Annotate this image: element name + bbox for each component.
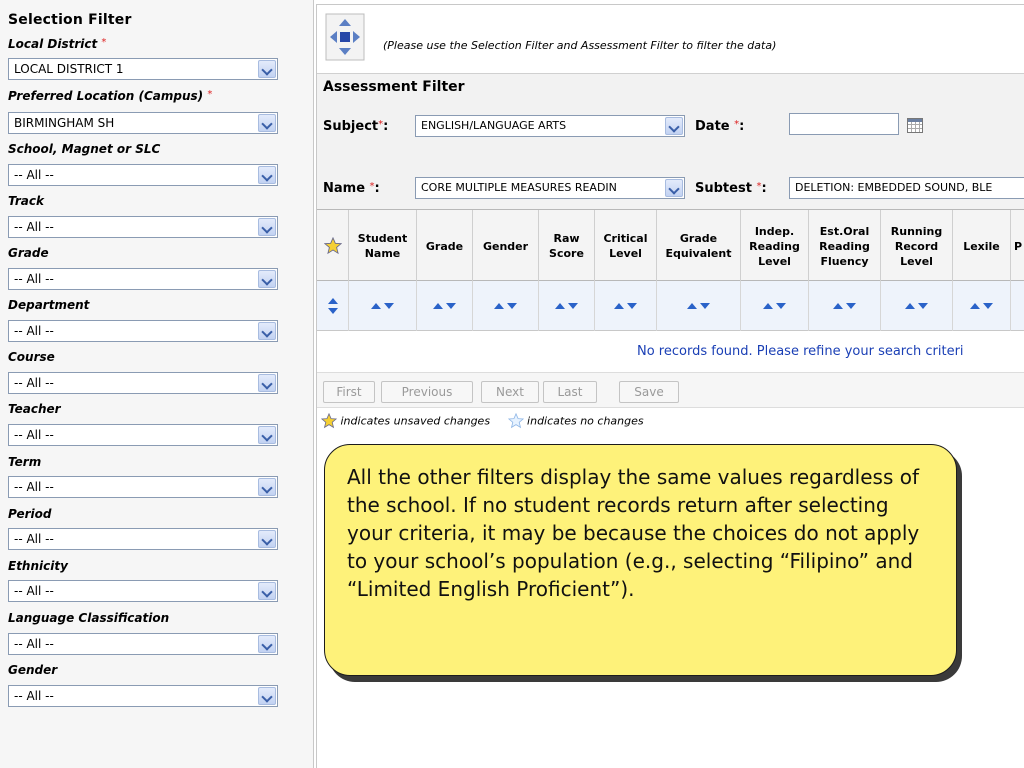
department-select[interactable]: -- All -- xyxy=(8,320,278,342)
chevron-down-icon[interactable] xyxy=(258,270,276,288)
star-nochange-icon xyxy=(507,412,524,429)
column-header[interactable]: Student Name xyxy=(349,210,417,282)
chevron-down-icon[interactable] xyxy=(258,635,276,653)
name-label: Name *: xyxy=(323,181,380,196)
chevron-down-icon[interactable] xyxy=(258,687,276,705)
column-header[interactable]: Lexile xyxy=(953,210,1011,282)
preferred-location-label: Preferred Location (Campus) * xyxy=(8,89,213,103)
star-unsaved-icon xyxy=(320,412,338,429)
assessment-filter-title: Assessment Filter xyxy=(323,79,465,95)
gender-select[interactable]: -- All -- xyxy=(8,685,278,707)
chevron-down-icon[interactable] xyxy=(258,530,276,548)
date-input[interactable] xyxy=(789,113,899,135)
course-select[interactable]: -- All -- xyxy=(8,372,278,394)
star-icon xyxy=(323,237,342,255)
sort-arrows-icon[interactable] xyxy=(657,281,741,331)
chevron-down-icon[interactable] xyxy=(258,582,276,600)
required-mark: * xyxy=(101,37,107,48)
department-label: Department xyxy=(8,298,90,312)
column-header[interactable]: Raw Score xyxy=(539,210,595,282)
legend: indicates unsaved changes indicates no c… xyxy=(320,412,644,429)
save-button[interactable]: Save xyxy=(619,381,679,403)
legend-nochange-text: indicates no changes xyxy=(527,414,644,428)
subject-select[interactable]: ENGLISH/LANGUAGE ARTS xyxy=(415,115,685,137)
first-button[interactable]: First xyxy=(323,381,375,403)
column-header[interactable]: Indep. Reading Level xyxy=(741,210,809,282)
column-header[interactable]: Critical Level xyxy=(595,210,657,282)
required-mark: * xyxy=(207,89,213,100)
column-header[interactable]: Grade Equivalent xyxy=(657,210,741,282)
subtest-select[interactable]: DELETION: EMBEDDED SOUND, BLE xyxy=(789,177,1024,199)
column-header[interactable]: P xyxy=(1011,210,1024,282)
move-arrows-icon xyxy=(325,13,365,61)
grid-header: Student Name Grade Gender Raw Score Crit… xyxy=(317,209,1024,282)
chevron-down-icon[interactable] xyxy=(258,426,276,444)
chevron-down-icon[interactable] xyxy=(258,166,276,184)
period-label: Period xyxy=(8,507,52,521)
sort-row xyxy=(317,281,1024,331)
selection-filter-title: Selection Filter xyxy=(8,12,132,28)
sort-cell xyxy=(1011,281,1024,331)
info-message: (Please use the Selection Filter and Ass… xyxy=(383,39,777,52)
chevron-down-icon[interactable] xyxy=(258,322,276,340)
track-select[interactable]: -- All -- xyxy=(8,216,278,238)
term-label: Term xyxy=(8,455,42,469)
chevron-down-icon[interactable] xyxy=(258,60,276,78)
sort-arrows-icon[interactable] xyxy=(539,281,595,331)
local-district-label: Local District * xyxy=(8,37,107,51)
chevron-down-icon[interactable] xyxy=(258,114,276,132)
track-label: Track xyxy=(8,194,44,208)
sort-arrows-icon[interactable] xyxy=(473,281,539,331)
grade-label: Grade xyxy=(8,246,49,260)
term-select[interactable]: -- All -- xyxy=(8,476,278,498)
local-district-select[interactable]: LOCAL DISTRICT 1 xyxy=(8,58,278,80)
column-header[interactable]: Grade xyxy=(417,210,473,282)
column-header[interactable]: Est.Oral Reading Fluency xyxy=(809,210,881,282)
sort-arrows-icon[interactable] xyxy=(317,281,349,331)
next-button[interactable]: Next xyxy=(481,381,539,403)
grade-select[interactable]: -- All -- xyxy=(8,268,278,290)
pager: First Previous Next Last Save xyxy=(317,372,1024,408)
ethnicity-label: Ethnicity xyxy=(8,559,68,573)
subtest-label: Subtest *: xyxy=(695,181,767,196)
school-label: School, Magnet or SLC xyxy=(8,142,161,156)
sort-arrows-icon[interactable] xyxy=(953,281,1011,331)
teacher-label: Teacher xyxy=(8,402,61,416)
sort-arrows-icon[interactable] xyxy=(809,281,881,331)
callout-note: All the other filters display the same v… xyxy=(324,444,957,676)
language-classification-label: Language Classification xyxy=(8,611,170,625)
sort-arrows-icon[interactable] xyxy=(881,281,953,331)
date-label: Date *: xyxy=(695,119,745,134)
column-header[interactable]: Running Record Level xyxy=(881,210,953,282)
column-header[interactable]: Gender xyxy=(473,210,539,282)
sort-arrows-icon[interactable] xyxy=(741,281,809,331)
calendar-icon[interactable] xyxy=(907,118,923,133)
subject-label: Subject*: xyxy=(323,119,389,134)
sort-arrows-icon[interactable] xyxy=(595,281,657,331)
period-select[interactable]: -- All -- xyxy=(8,528,278,550)
sort-arrows-icon[interactable] xyxy=(349,281,417,331)
star-column-header xyxy=(317,210,349,282)
sort-arrows-icon[interactable] xyxy=(417,281,473,331)
gender-label: Gender xyxy=(8,663,58,677)
selection-filter-panel: Selection Filter Local District * LOCAL … xyxy=(0,0,314,768)
course-label: Course xyxy=(8,350,55,364)
preferred-location-select[interactable]: BIRMINGHAM SH xyxy=(8,112,278,134)
chevron-down-icon[interactable] xyxy=(258,218,276,236)
language-classification-select[interactable]: -- All -- xyxy=(8,633,278,655)
previous-button[interactable]: Previous xyxy=(381,381,473,403)
school-select[interactable]: -- All -- xyxy=(8,164,278,186)
chevron-down-icon[interactable] xyxy=(665,117,683,135)
chevron-down-icon[interactable] xyxy=(665,179,683,197)
name-select[interactable]: CORE MULTIPLE MEASURES READIN xyxy=(415,177,685,199)
chevron-down-icon[interactable] xyxy=(258,478,276,496)
last-button[interactable]: Last xyxy=(543,381,597,403)
chevron-down-icon[interactable] xyxy=(258,374,276,392)
ethnicity-select[interactable]: -- All -- xyxy=(8,580,278,602)
legend-unsaved-text: indicates unsaved changes xyxy=(340,414,491,428)
teacher-select[interactable]: -- All -- xyxy=(8,424,278,446)
no-records-message: No records found. Please refine your sea… xyxy=(637,344,964,359)
